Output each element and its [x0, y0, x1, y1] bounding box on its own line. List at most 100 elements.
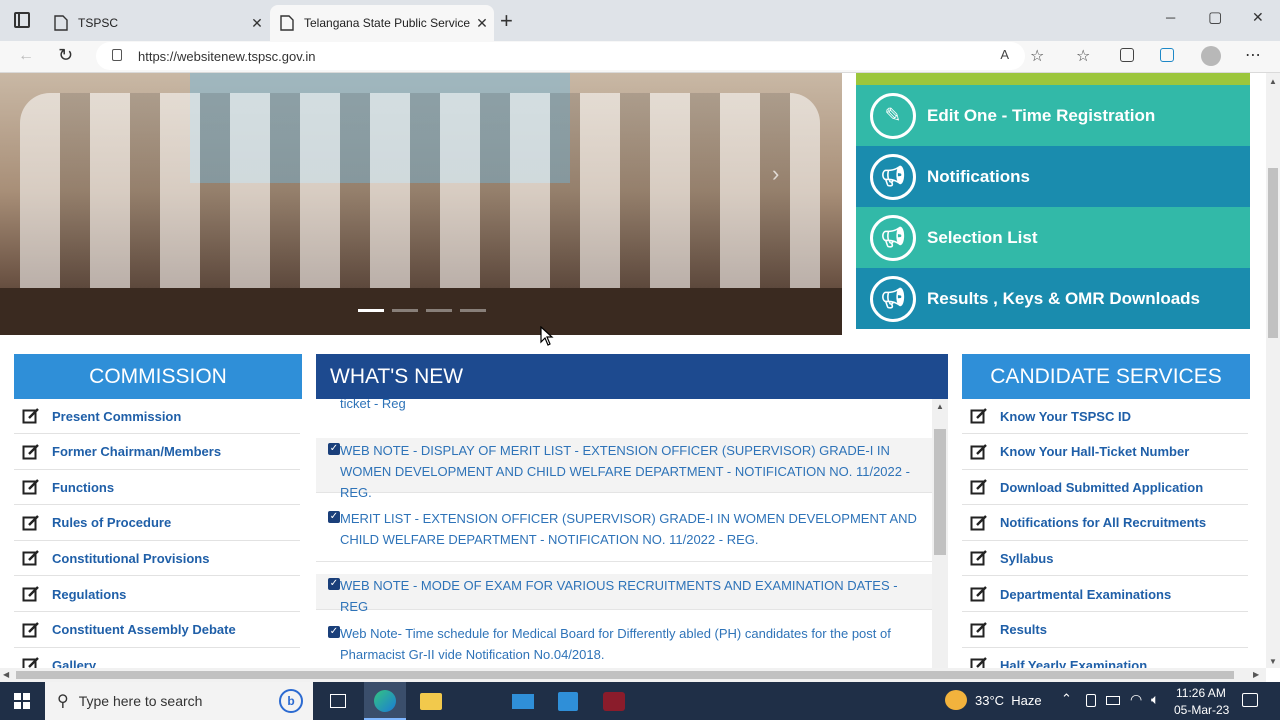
- link-label: Constituent Assembly Debate: [52, 622, 236, 638]
- candidate-service-link[interactable]: Half Yearly Examination: [962, 648, 1248, 668]
- scroll-up-icon[interactable]: ▲: [932, 402, 948, 411]
- weather-text[interactable]: 33°C Haze: [975, 693, 1042, 708]
- lock-icon: [112, 49, 122, 61]
- next-slide-icon[interactable]: ›: [772, 161, 779, 187]
- url-field[interactable]: https://websitenew.tspsc.gov.in A: [96, 42, 1025, 70]
- bing-icon[interactable]: b: [279, 689, 303, 713]
- close-tab-icon[interactable]: ✕: [470, 15, 494, 32]
- mouse-cursor-icon: [540, 326, 554, 346]
- slide-indicator[interactable]: [392, 309, 418, 312]
- clock-time[interactable]: 11:26 AM: [1176, 686, 1226, 700]
- candidate-service-link[interactable]: Syllabus: [962, 541, 1248, 577]
- address-bar-row: ← ↻ https://websitenew.tspsc.gov.in A ☆ …: [0, 41, 1280, 73]
- back-icon[interactable]: ←: [18, 47, 34, 65]
- commission-link[interactable]: Present Commission: [14, 399, 300, 434]
- news-scroll-thumb[interactable]: [934, 429, 946, 555]
- candidate-services-heading: CANDIDATE SERVICES: [962, 354, 1250, 399]
- quick-link-registration[interactable]: ✎ Edit One - Time Registration: [856, 85, 1250, 146]
- candidate-service-link[interactable]: Know Your TSPSC ID: [962, 399, 1248, 434]
- battery-icon[interactable]: [1106, 696, 1120, 705]
- news-item[interactable]: ✓ WEB NOTE - DISPLAY OF MERIT LIST - EXT…: [316, 438, 932, 500]
- page-scroll-thumb[interactable]: [1268, 168, 1278, 338]
- close-window-button[interactable]: ✕: [1252, 9, 1264, 26]
- commission-link[interactable]: Rules of Procedure: [14, 506, 300, 541]
- candidate-service-link[interactable]: Notifications for All Recruitments: [962, 506, 1248, 541]
- edge-sidebar-icon[interactable]: [1160, 48, 1174, 62]
- favorites-icon[interactable]: ☆: [1076, 46, 1090, 66]
- scroll-up-icon[interactable]: ▲: [1266, 77, 1280, 86]
- horizontal-scroll-thumb[interactable]: [16, 671, 1234, 679]
- news-item[interactable]: ✓ Web Note- Time schedule for Medical Bo…: [316, 622, 932, 668]
- quick-link-results[interactable]: 📢︎ Results , Keys & OMR Downloads: [856, 268, 1250, 329]
- refresh-icon[interactable]: ↻: [58, 45, 73, 66]
- windows-taskbar: ⚲ Type here to search b 33°C Haze ⌃ ◠ 🔈︎…: [0, 682, 1280, 720]
- task-view-icon[interactable]: [330, 694, 346, 708]
- slide-indicator[interactable]: [358, 309, 384, 312]
- quick-link-notifications[interactable]: 📢︎ Notifications: [856, 146, 1250, 207]
- notification-center-icon[interactable]: [1242, 693, 1258, 707]
- commission-link[interactable]: Functions: [14, 470, 300, 506]
- meet-now-icon[interactable]: [1086, 694, 1096, 707]
- more-menu-icon[interactable]: ⋯: [1245, 45, 1261, 65]
- scroll-left-icon[interactable]: ◀: [3, 670, 9, 679]
- edit-checkbox-icon: [22, 586, 39, 602]
- quick-link-label: Selection List: [927, 227, 1038, 247]
- commission-link[interactable]: Constitutional Provisions: [14, 541, 300, 577]
- slide-indicator[interactable]: [460, 309, 486, 312]
- recorder-app-icon[interactable]: [603, 692, 625, 711]
- hero-slideshow[interactable]: ›: [0, 73, 842, 335]
- candidate-service-link[interactable]: Departmental Examinations: [962, 577, 1248, 612]
- candidate-service-link[interactable]: Results: [962, 613, 1248, 648]
- link-label: Functions: [52, 479, 115, 495]
- close-tab-icon[interactable]: ✕: [245, 15, 269, 32]
- scroll-right-icon[interactable]: ▶: [1253, 670, 1259, 679]
- news-scrollbar[interactable]: ▲: [932, 399, 948, 668]
- store-icon[interactable]: [558, 692, 578, 711]
- candidate-service-link[interactable]: Know Your Hall-Ticket Number: [962, 435, 1248, 470]
- scroll-down-icon[interactable]: ▼: [1266, 657, 1280, 666]
- commission-link[interactable]: Former Chairman/Members: [14, 435, 300, 470]
- link-label: Departmental Examinations: [1000, 586, 1172, 602]
- mail-icon[interactable]: [512, 694, 534, 709]
- browser-tab-bar: TSPSC ✕ Telangana State Public Service C…: [0, 0, 1280, 41]
- commission-link[interactable]: Regulations: [14, 577, 300, 612]
- edit-checkbox-icon: [970, 408, 987, 424]
- link-label: Results: [1000, 622, 1047, 638]
- taskbar-search-box[interactable]: ⚲ Type here to search b: [45, 682, 313, 720]
- slide-indicator[interactable]: [426, 309, 452, 312]
- maximize-button[interactable]: ▢: [1208, 8, 1222, 26]
- volume-icon[interactable]: 🔈︎: [1151, 691, 1159, 708]
- tab-tspsc[interactable]: TSPSC ✕: [44, 5, 269, 41]
- horizontal-scrollbar[interactable]: ◀ ▶: [0, 668, 1266, 682]
- collections-icon[interactable]: [1120, 48, 1134, 62]
- quick-link-selection-list[interactable]: 📢︎ Selection List: [856, 207, 1250, 268]
- show-hidden-icons[interactable]: ⌃: [1061, 691, 1072, 707]
- commission-link[interactable]: Constituent Assembly Debate: [14, 613, 300, 648]
- megaphone-icon: 📢︎: [870, 153, 916, 200]
- edit-checkbox-icon: [970, 586, 987, 602]
- tab-title: Telangana State Public Service C: [304, 16, 470, 30]
- read-aloud-icon[interactable]: A: [1000, 47, 1009, 62]
- candidate-service-link[interactable]: Download Submitted Application: [962, 470, 1248, 506]
- news-item[interactable]: ✓ MERIT LIST - EXTENSION OFFICER (SUPERV…: [316, 507, 932, 562]
- new-tab-button[interactable]: +: [500, 8, 513, 34]
- tab-tspsc-active[interactable]: Telangana State Public Service C ✕: [270, 5, 494, 41]
- favorite-add-icon[interactable]: ☆: [1030, 46, 1044, 66]
- wifi-icon[interactable]: ◠: [1130, 691, 1142, 708]
- profile-avatar[interactable]: [1201, 46, 1221, 66]
- clock-date[interactable]: 05-Mar-23: [1174, 703, 1229, 717]
- commission-link[interactable]: Gallery: [14, 648, 300, 668]
- commission-title: COMMISSION: [89, 364, 227, 388]
- tab-actions-icon[interactable]: [14, 12, 30, 28]
- minimize-button[interactable]: ─: [1166, 10, 1175, 25]
- link-label: Gallery: [52, 657, 97, 668]
- windows-start-icon[interactable]: [14, 693, 30, 709]
- megaphone-icon: 📢︎: [870, 214, 916, 261]
- edit-checkbox-icon: [22, 621, 39, 638]
- file-explorer-icon[interactable]: [420, 693, 442, 710]
- news-item-partial[interactable]: ticket - Reg: [316, 399, 932, 420]
- news-item[interactable]: ✓ WEB NOTE - MODE OF EXAM FOR VARIOUS RE…: [316, 574, 932, 614]
- link-label: Notifications for All Recruitments: [1000, 515, 1207, 531]
- page-scrollbar[interactable]: ▲ ▼: [1266, 73, 1280, 668]
- edge-app-icon[interactable]: [364, 682, 406, 720]
